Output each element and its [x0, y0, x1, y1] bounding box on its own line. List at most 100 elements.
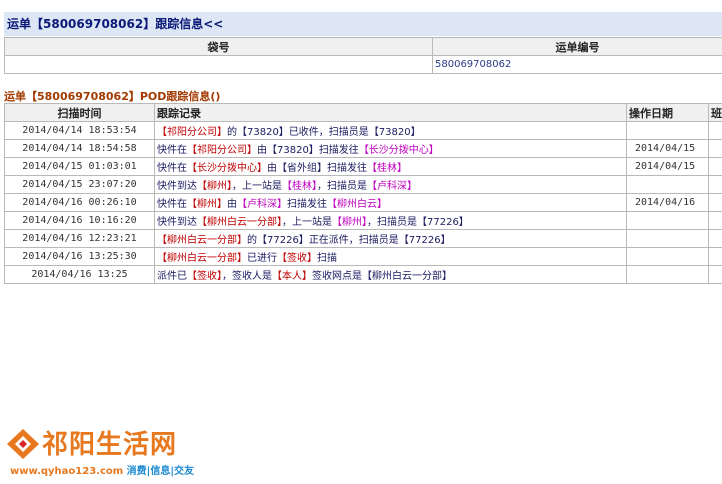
record-segment: 由 [257, 145, 267, 156]
record-segment: 【77226】 [417, 217, 469, 228]
record-segment: 【桂林】 [282, 181, 317, 192]
site-logo[interactable]: 祁阳生活网 www.qyhao123.com 消费|信息|交友 [6, 424, 206, 479]
record-segment: 已收件，扫描员是 [288, 127, 369, 138]
tracking-row: 2014/04/15 01:03:01 快件在【长沙分拨中心】由【省外组】扫描发往… [4, 157, 722, 176]
waybill-number-cell: 580069708062 [432, 55, 722, 74]
tagline-item: 交友 [173, 466, 194, 477]
tracking-record-cell: 快件到达【柳州白云一分部】，上一站是【柳州】，扫描员是【77226】 [154, 211, 627, 230]
record-segment: 的 [247, 235, 257, 246]
record-segment: 【签收】 [277, 253, 317, 264]
tracking-record-cell: 派件已【签收】，签收人是【本人】签收网点是【柳州白云一分部】 [154, 265, 627, 284]
tracking-record-cell: 快件到达【柳州】，上一站是【桂林】，扫描员是【卢科深】 [154, 175, 627, 194]
tracking-record-cell: 【祁阳分公司】的【73820】已收件，扫描员是【73820】 [154, 121, 627, 140]
operation-date-cell [626, 175, 709, 194]
scan-time-cell: 2014/04/16 00:26:10 [4, 193, 155, 212]
shift-cell [708, 265, 722, 284]
record-segment: 扫描发往 [318, 145, 359, 156]
site-url: www.qyhao123.com [10, 466, 124, 477]
waybill-title: 运单【580069708062】跟踪信息<< [4, 12, 722, 36]
record-segment: 【签收】 [187, 271, 222, 282]
record-segment: 【卢科深】 [367, 181, 417, 192]
record-segment: 【柳州】 [187, 199, 227, 210]
record-segment: 【73820】 [237, 127, 289, 138]
record-segment: 【本人】 [272, 271, 312, 282]
record-segment: 【73820】 [368, 127, 421, 138]
flame-logo-icon [7, 429, 39, 459]
tracking-row: 2014/04/15 23:07:20 快件到达【柳州】，上一站是【桂林】，扫描员… [4, 175, 722, 194]
waybill-number-header: 运单编号 [432, 37, 722, 56]
scan-time-cell: 2014/04/16 12:23:21 [4, 229, 155, 248]
shift-cell [708, 121, 722, 140]
shift-cell [708, 229, 722, 248]
record-segment: 【柳州白云】 [327, 199, 387, 210]
record-segment: 【省外组】 [277, 163, 327, 174]
tracking-row: 2014/04/16 12:23:21 【柳州白云一分部】的【77226】正在派件… [4, 229, 722, 248]
tracking-record-cell: 【柳州白云一分部】已进行【签收】扫描 [154, 247, 627, 266]
record-segment: 【77226】 [257, 235, 309, 246]
scan-time-cell: 2014/04/16 10:16:20 [4, 211, 155, 230]
scan-time-cell: 2014/04/15 01:03:01 [4, 157, 155, 176]
record-segment: 已进行 [247, 253, 277, 264]
record-segment: 由 [267, 163, 277, 174]
site-logo-tagline: www.qyhao123.com 消费|信息|交友 [10, 466, 194, 477]
record-segment: 【长沙分拨中心】 [187, 163, 267, 174]
record-segment: 扫描发往 [327, 163, 367, 174]
shift-cell [708, 175, 722, 194]
scan-time-cell: 2014/04/15 23:07:20 [4, 175, 155, 194]
tracking-row: 2014/04/16 13:25:30 【柳州白云一分部】已进行【签收】扫描 [4, 247, 722, 266]
record-segment: 快件在 [157, 145, 187, 156]
scan-time-cell: 2014/04/14 18:53:54 [4, 121, 155, 140]
record-segment: 【柳州白云一分部】 [157, 235, 247, 246]
record-segment: ，上一站是 [282, 217, 332, 228]
tracking-row: 2014/04/16 10:16:20 快件到达【柳州白云一分部】，上一站是【柳州… [4, 211, 722, 230]
record-segment: 【73820】 [267, 145, 319, 156]
waybill-table: 袋号 运单编号 580069708062 [4, 37, 722, 74]
record-segment: 派件已 [157, 271, 187, 282]
record-segment: ，扫描员是 [367, 217, 417, 228]
record-segment: ，签收人是 [222, 271, 272, 282]
record-segment: 由 [227, 199, 237, 210]
bag-number-cell [4, 55, 433, 74]
operation-date-cell: 2014/04/15 [626, 139, 709, 158]
record-segment: 【柳州】 [197, 181, 232, 192]
operation-date-cell: 2014/04/16 [626, 193, 709, 212]
record-segment: 签收网点是 [312, 271, 362, 282]
tracking-record-cell: 快件在【长沙分拨中心】由【省外组】扫描发往【桂林】 [154, 157, 627, 176]
tracking-record-cell: 快件在【柳州】由【卢科深】扫描发往【柳州白云】 [154, 193, 627, 212]
tagline-item: 信息 [150, 466, 171, 477]
scan-time-cell: 2014/04/16 13:25 [4, 265, 155, 284]
shift-cell [708, 193, 722, 212]
bag-number-header: 袋号 [4, 37, 433, 56]
tracking-table: 扫描时间 跟踪记录 操作日期 班 2014/04/14 18:53:54 【祁阳分… [4, 103, 722, 284]
record-segment: 正在派件，扫描员是 [308, 235, 399, 246]
record-segment: 快件到达 [157, 217, 197, 228]
record-segment: 快件在 [157, 199, 187, 210]
record-segment: ，扫描员是 [317, 181, 367, 192]
tracking-row: 2014/04/16 13:25 派件已【签收】，签收人是【本人】签收网点是【柳州… [4, 265, 722, 284]
record-segment: 【长沙分拨中心】 [358, 145, 439, 156]
operation-date-header: 操作日期 [626, 103, 709, 122]
record-segment: 的 [227, 127, 237, 138]
operation-date-cell [626, 211, 709, 230]
tracking-record-header: 跟踪记录 [154, 103, 627, 122]
record-segment: 【卢科深】 [237, 199, 287, 210]
shift-cell [708, 247, 722, 266]
tracking-row: 2014/04/16 00:26:10 快件在【柳州】由【卢科深】扫描发往【柳州白… [4, 193, 722, 212]
record-segment: 快件到达 [157, 181, 197, 192]
operation-date-cell [626, 247, 709, 266]
shift-cell [708, 211, 722, 230]
site-logo-name: 祁阳生活网 [42, 430, 178, 460]
operation-date-cell [626, 265, 709, 284]
record-segment: 【77226】 [398, 235, 451, 246]
tracking-row: 2014/04/14 18:53:54 【祁阳分公司】的【73820】已收件，扫描… [4, 121, 722, 140]
tracking-record-cell: 【柳州白云一分部】的【77226】正在派件，扫描员是【77226】 [154, 229, 627, 248]
record-segment: 【柳州白云一分部】 [197, 217, 282, 228]
shift-cell [708, 157, 722, 176]
record-segment: ，上一站是 [232, 181, 282, 192]
record-segment: 【柳州】 [332, 217, 367, 228]
record-segment: 【祁阳分公司】 [187, 145, 257, 156]
record-segment: 【桂林】 [367, 163, 407, 174]
tracking-record-cell: 快件在【祁阳分公司】由【73820】扫描发往【长沙分拨中心】 [154, 139, 627, 158]
scan-time-header: 扫描时间 [4, 103, 155, 122]
record-segment: 扫描发往 [287, 199, 327, 210]
